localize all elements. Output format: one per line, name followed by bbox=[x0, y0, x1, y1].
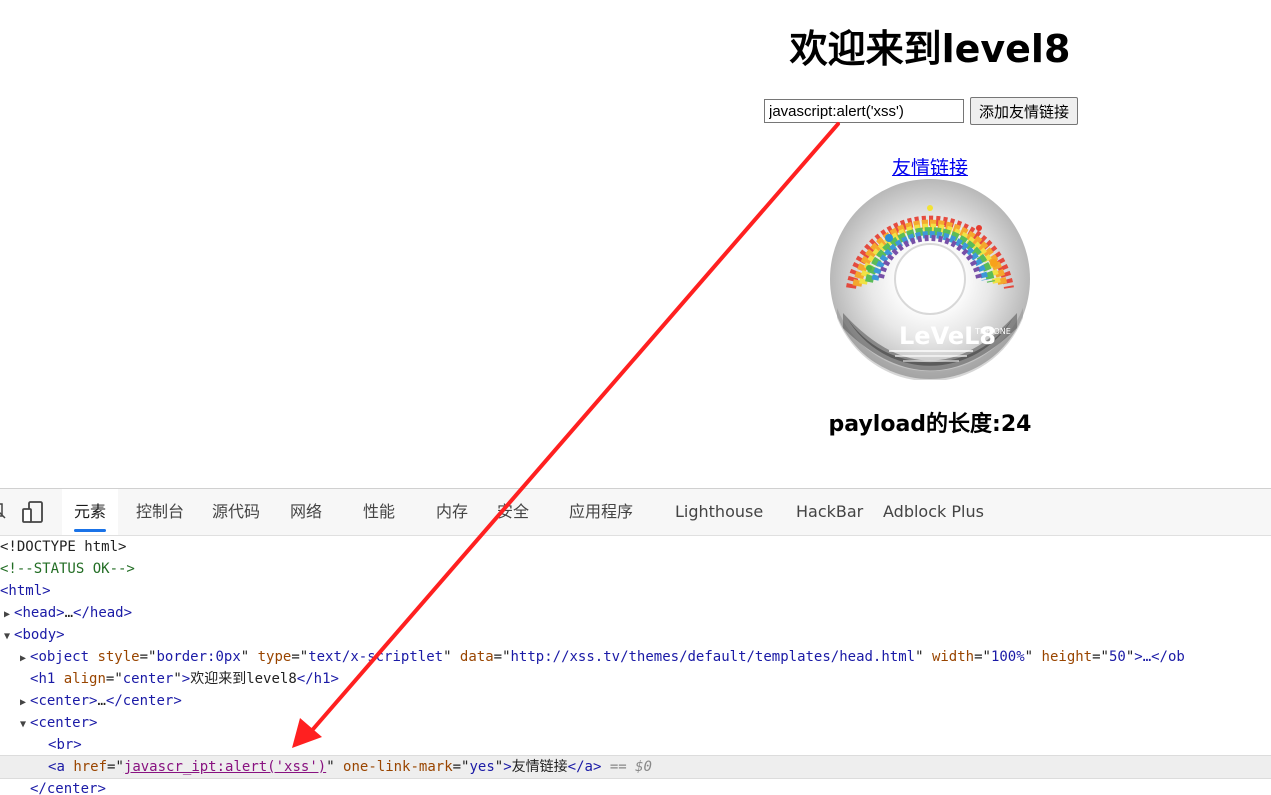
device-toolbar-icon[interactable] bbox=[22, 500, 44, 524]
payload-length: payload的长度:24 bbox=[828, 412, 1032, 437]
dom-node-h1[interactable]: <h1 align="center">欢迎来到level8</h1> bbox=[0, 668, 1271, 690]
add-friend-link-button[interactable]: 添加友情链接 bbox=[970, 97, 1079, 125]
tab-adblock-plus[interactable]: Adblock Plus bbox=[883, 489, 984, 535]
tab-hackbar[interactable]: HackBar bbox=[796, 489, 863, 535]
dom-node-comment[interactable]: <!--STATUS OK--> bbox=[0, 558, 1271, 580]
collapse-arrow-icon[interactable]: ▼ bbox=[16, 714, 30, 736]
tab-network[interactable]: 网络 bbox=[290, 489, 322, 535]
inspect-element-icon[interactable] bbox=[0, 500, 6, 522]
search-form: 添加友情链接 bbox=[764, 97, 1079, 125]
expand-arrow-icon[interactable]: ▶ bbox=[16, 692, 30, 714]
tab-performance[interactable]: 性能 bbox=[363, 489, 395, 535]
tab-sources[interactable]: 源代码 bbox=[212, 489, 260, 535]
keyword-input[interactable] bbox=[764, 99, 964, 123]
html-tag: <html> bbox=[0, 583, 51, 599]
devtools-panel: 元素 控制台 源代码 网络 性能 内存 安全 应用程序 Lighthouse H… bbox=[0, 488, 1271, 795]
tab-security[interactable]: 安全 bbox=[497, 489, 529, 535]
selected-node-marker: == $0 bbox=[609, 759, 652, 775]
dom-node-head[interactable]: ▶ <head>…</head> bbox=[0, 602, 1271, 624]
href-value-link[interactable]: javascr_ipt:alert('xss') bbox=[124, 759, 326, 775]
cd-sublabel: THE ONE bbox=[974, 327, 1011, 336]
tab-elements[interactable]: 元素 bbox=[62, 489, 119, 535]
expand-arrow-icon[interactable]: ▶ bbox=[16, 648, 30, 670]
doctype-text: <!DOCTYPE html> bbox=[0, 539, 127, 555]
dom-node-doctype[interactable]: <!DOCTYPE html> bbox=[0, 536, 1271, 558]
dom-tree: <!DOCTYPE html> <!--STATUS OK--> <html> … bbox=[0, 536, 1271, 795]
tab-lighthouse[interactable]: Lighthouse bbox=[675, 489, 763, 535]
dom-node-center-expanded[interactable]: ▼ <center> bbox=[0, 712, 1271, 734]
dom-node-html[interactable]: <html> bbox=[0, 580, 1271, 602]
devtools-tabbar: 元素 控制台 源代码 网络 性能 内存 安全 应用程序 Lighthouse H… bbox=[0, 489, 1271, 536]
dom-node-br[interactable]: <br> bbox=[0, 734, 1271, 756]
page-title: 欢迎来到level8 bbox=[789, 27, 1071, 71]
page-viewport: 欢迎来到level8 添加友情链接 友情链接 bbox=[0, 0, 1271, 488]
dom-node-body[interactable]: ▼ <body> bbox=[0, 624, 1271, 646]
dom-node-center-close[interactable]: </center> bbox=[0, 778, 1271, 795]
tab-console[interactable]: 控制台 bbox=[136, 489, 184, 535]
dom-node-anchor-selected[interactable]: <a href="javascr_ipt:alert('xss')" one-l… bbox=[0, 755, 1271, 779]
expand-arrow-icon[interactable]: ▶ bbox=[0, 604, 14, 626]
comment-text: <!--STATUS OK--> bbox=[0, 561, 135, 577]
dom-node-center-collapsed[interactable]: ▶ <center>…</center> bbox=[0, 690, 1271, 712]
dom-node-object[interactable]: ▶ <object style="border:0px" type="text/x… bbox=[0, 646, 1271, 668]
tab-application[interactable]: 应用程序 bbox=[569, 489, 633, 535]
tab-memory[interactable]: 内存 bbox=[436, 489, 468, 535]
level8-cd-image: LeVeL8 THE ONE bbox=[830, 179, 1030, 380]
collapse-arrow-icon[interactable]: ▼ bbox=[0, 626, 14, 648]
friend-link[interactable]: 友情链接 bbox=[880, 153, 980, 180]
